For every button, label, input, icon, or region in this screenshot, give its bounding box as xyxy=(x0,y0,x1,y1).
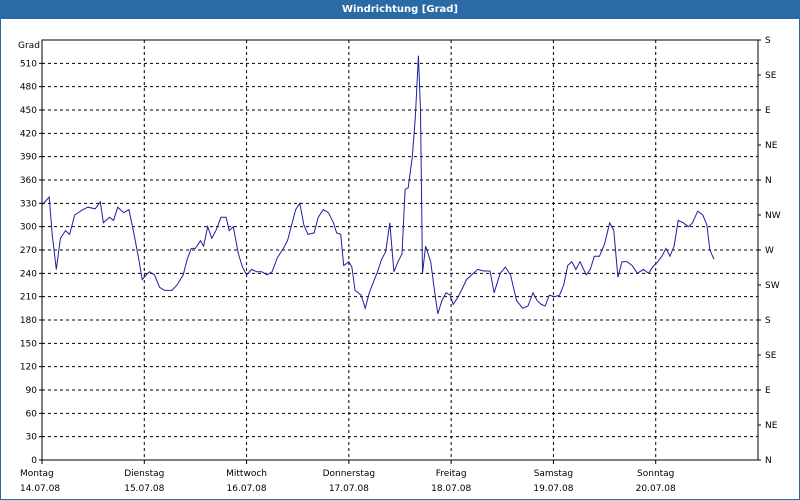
right-tick-label: SE xyxy=(765,71,777,81)
y-axis-right: N NE E SE S SW W NW N NE E SE S xyxy=(758,36,781,466)
y-tick-label: 420 xyxy=(20,129,37,139)
x-axis: Montag 14.07.08 Dienstag 15.07.08 Mittwoch 16… xyxy=(20,460,676,494)
x-tick-day: Donnerstag xyxy=(323,469,376,479)
y-tick-label: 360 xyxy=(20,176,37,186)
line-chart: Grad 0 30 60 90 120 150 180 210 240 270 300 330 360 3… xyxy=(18,36,781,494)
x-tick-date: 18.07.08 xyxy=(431,484,471,494)
x-tick-day: Montag xyxy=(20,469,54,479)
x-tick-date: 15.07.08 xyxy=(124,484,164,494)
x-tick-date: 16.07.08 xyxy=(227,484,267,494)
y-axis-left: 0 30 60 90 120 150 180 210 240 270 300 330 360 390 420… xyxy=(20,59,42,466)
x-tick-day: Mittwoch xyxy=(226,469,267,479)
x-tick-day: Dienstag xyxy=(124,469,164,479)
y-tick-label: 270 xyxy=(20,246,37,256)
x-tick-date: 14.07.08 xyxy=(20,484,60,494)
x-tick-day: Samstag xyxy=(534,469,573,479)
series-line xyxy=(41,55,715,314)
y-tick-label: 180 xyxy=(20,316,37,326)
right-tick-label: S xyxy=(765,316,771,326)
right-tick-label: W xyxy=(765,246,774,256)
right-tick-label: E xyxy=(765,386,771,396)
right-tick-label: N xyxy=(765,456,772,466)
y-tick-label: 510 xyxy=(20,59,37,69)
x-tick-day: Sonntag xyxy=(637,469,674,479)
x-tick-date: 17.07.08 xyxy=(329,484,369,494)
grid-lines xyxy=(42,40,758,460)
y-tick-label: 120 xyxy=(20,363,37,373)
x-tick-day: Freitag xyxy=(436,469,467,479)
x-tick-date: 20.07.08 xyxy=(636,484,676,494)
y-axis-title: Grad xyxy=(18,41,40,51)
y-tick-label: 450 xyxy=(20,106,37,116)
y-tick-label: 480 xyxy=(20,83,37,93)
y-tick-label: 210 xyxy=(20,293,37,303)
right-tick-label: NW xyxy=(765,211,781,221)
y-tick-label: 330 xyxy=(20,199,37,209)
x-tick-date: 19.07.08 xyxy=(533,484,573,494)
y-tick-label: 150 xyxy=(20,339,37,349)
right-tick-label: NE xyxy=(765,141,778,151)
right-tick-label: SE xyxy=(765,351,777,361)
y-tick-label: 0 xyxy=(31,456,37,466)
y-tick-label: 240 xyxy=(20,269,37,279)
y-tick-label: 90 xyxy=(26,386,38,396)
right-tick-label: S xyxy=(765,36,771,46)
y-tick-label: 60 xyxy=(26,409,38,419)
right-tick-label: E xyxy=(765,106,771,116)
y-tick-label: 30 xyxy=(26,433,38,443)
right-tick-label: SW xyxy=(765,281,780,291)
y-tick-label: 300 xyxy=(20,223,37,233)
right-tick-label: N xyxy=(765,176,772,186)
y-tick-label: 390 xyxy=(20,153,37,163)
right-tick-label: NE xyxy=(765,421,778,431)
